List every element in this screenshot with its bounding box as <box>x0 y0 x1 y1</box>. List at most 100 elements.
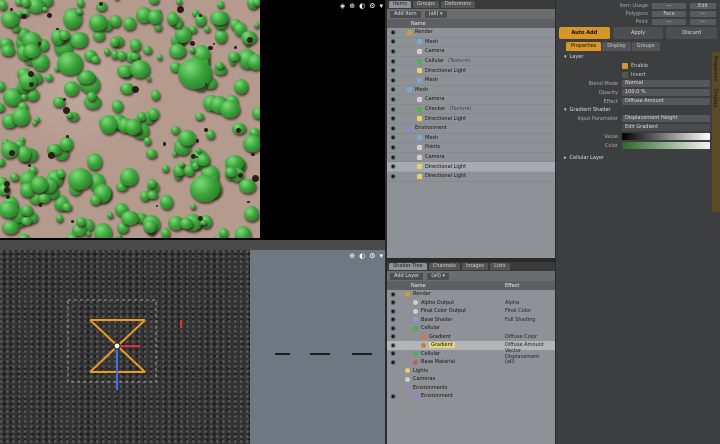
tab-display[interactable]: Display <box>602 42 631 51</box>
visibility-eye-icon[interactable]: ◉ <box>387 86 399 93</box>
visibility-eye-icon[interactable]: ◉ <box>387 134 399 141</box>
side-tab-display[interactable]: Display <box>712 81 718 107</box>
visibility-eye-icon[interactable]: ◉ <box>387 350 399 357</box>
item-row[interactable]: ◉ Mesh <box>387 86 555 96</box>
field-extra[interactable]: — <box>690 11 716 17</box>
visibility-eye-icon[interactable]: ◉ <box>387 77 399 84</box>
visibility-eye-icon[interactable]: ◉ <box>387 173 399 180</box>
visibility-eye-icon[interactable]: ◉ <box>387 96 399 103</box>
field-value[interactable]: — <box>652 19 686 25</box>
chevron-down-icon[interactable]: ▾ <box>379 252 383 260</box>
shader-row[interactable]: ◉ Final Color Output Final Color <box>387 307 555 316</box>
visibility-eye-icon[interactable]: ◉ <box>387 325 399 332</box>
field-extra[interactable]: Edit <box>690 3 716 9</box>
transform-gizmo[interactable] <box>0 250 385 444</box>
shader-filter-dropdown[interactable]: (all) ▾ <box>427 272 450 280</box>
visibility-eye-icon[interactable]: ◉ <box>387 163 399 170</box>
shading-icon[interactable]: ◐ <box>359 2 365 10</box>
color-gradient-strip[interactable] <box>622 142 710 149</box>
item-row[interactable]: ◉ Camera <box>387 153 555 163</box>
shader-row[interactable]: ◉ Base Shader Full Shading <box>387 316 555 325</box>
enable-checkbox[interactable] <box>622 62 628 69</box>
perspective-viewport[interactable]: ⊕ ◐ ⚙ ▾ <box>0 250 385 444</box>
visibility-eye-icon[interactable]: ◉ <box>387 299 399 306</box>
side-tab-properties[interactable]: Properties <box>712 52 718 81</box>
visibility-eye-icon[interactable]: ◉ <box>387 106 399 113</box>
auto-add-button[interactable]: Auto Add <box>559 27 610 39</box>
discard-button[interactable]: Discard <box>666 27 718 39</box>
shader-row[interactable]: ◉ Cellular Vector Displacement <box>387 348 555 360</box>
shader-row[interactable]: ◉ Cellular <box>387 324 555 333</box>
tab-items[interactable]: Items <box>389 1 411 8</box>
shader-row[interactable]: Cameras <box>387 375 555 384</box>
visibility-eye-icon[interactable]: ◉ <box>387 308 399 315</box>
item-row[interactable]: ◉ Render <box>387 28 555 38</box>
item-row[interactable]: ◉ Cellular (Texture) <box>387 57 555 67</box>
tab-lists[interactable]: Lists <box>490 263 510 270</box>
visibility-eye-icon[interactable]: ◉ <box>387 333 399 340</box>
apply-button[interactable]: Apply <box>612 27 664 39</box>
field-value[interactable]: — <box>652 3 686 9</box>
visibility-eye-icon[interactable]: ◉ <box>387 115 399 122</box>
field-extra[interactable]: — <box>690 19 716 25</box>
field-value[interactable]: Face <box>652 11 686 17</box>
item-row[interactable]: ◉ Camera <box>387 47 555 57</box>
tab-deformers[interactable]: Deformers <box>440 1 476 8</box>
visibility-eye-icon[interactable]: ◉ <box>387 291 399 298</box>
item-row[interactable]: ◉ Checker (Texture) <box>387 105 555 115</box>
gear-icon[interactable]: ⚙ <box>369 252 375 260</box>
tab-images[interactable]: Images <box>461 263 489 270</box>
section-cellular[interactable]: ▸ Cellular Layer <box>560 154 710 162</box>
opacity-input[interactable]: 100.0 % <box>622 89 710 96</box>
visibility-eye-icon[interactable]: ◉ <box>387 48 399 55</box>
item-row[interactable]: ◉ Directional Light <box>387 172 555 182</box>
shading-icon[interactable]: ◐ <box>359 252 365 260</box>
shader-row[interactable]: Environments <box>387 384 555 393</box>
move-icon[interactable]: ⊕ <box>349 2 355 10</box>
tab-shader-tree[interactable]: Shader Tree <box>389 263 427 270</box>
shader-row[interactable]: ◉ Environment <box>387 392 555 401</box>
item-row[interactable]: ◉ Mesh <box>387 134 555 144</box>
chevron-down-icon[interactable]: ▾ <box>379 2 383 10</box>
item-row[interactable]: ◉ Directional Light <box>387 114 555 124</box>
input-param-select[interactable]: Displacement Height <box>622 115 710 122</box>
item-row[interactable]: ◉ Environment <box>387 124 555 134</box>
visibility-eye-icon[interactable]: ◉ <box>387 125 399 132</box>
tab-properties[interactable]: Properties <box>566 42 602 51</box>
blend-mode-select[interactable]: Normal <box>622 80 710 87</box>
visibility-eye-icon[interactable]: ◉ <box>387 393 399 400</box>
visibility-eye-icon[interactable]: ◉ <box>387 342 399 349</box>
visibility-eye-icon[interactable]: ◉ <box>387 67 399 74</box>
tab-groups[interactable]: Groups <box>413 1 439 8</box>
viewport-tool-icon[interactable]: ◈ <box>340 2 345 10</box>
item-row[interactable]: ◉ Directional Light <box>387 66 555 76</box>
item-row[interactable]: ◉ Camera <box>387 95 555 105</box>
effect-select[interactable]: Diffuse Amount <box>622 98 710 105</box>
shader-row[interactable]: ◉ Base Material (all) <box>387 358 555 367</box>
render-viewport[interactable]: ◈ ⊕ ◐ ⚙ ▾ <box>0 0 385 240</box>
item-row[interactable]: ◉ Directional Light <box>387 162 555 172</box>
item-row[interactable]: ◉ Points <box>387 143 555 153</box>
filter-dropdown[interactable]: (all) ▾ <box>424 10 447 18</box>
shader-row[interactable]: Lights <box>387 367 555 376</box>
visibility-eye-icon[interactable]: ◉ <box>387 144 399 151</box>
visibility-eye-icon[interactable]: ◉ <box>387 359 399 366</box>
edit-gradient-button[interactable]: Edit Gradient <box>622 124 710 131</box>
gear-icon[interactable]: ⚙ <box>369 2 375 10</box>
visibility-eye-icon[interactable]: ◉ <box>387 58 399 65</box>
item-row[interactable]: ◉ Mesh <box>387 38 555 48</box>
item-row[interactable]: ◉ Mesh <box>387 76 555 86</box>
move-icon[interactable]: ⊕ <box>349 252 355 260</box>
visibility-eye-icon[interactable]: ◉ <box>387 316 399 323</box>
invert-checkbox[interactable] <box>622 71 628 78</box>
tab-groups[interactable]: Groups <box>631 42 660 51</box>
visibility-eye-icon[interactable]: ◉ <box>387 154 399 161</box>
shader-row[interactable]: ◉ Render <box>387 290 555 299</box>
tab-channels[interactable]: Channels <box>428 263 460 270</box>
add-layer-dropdown[interactable]: Add Layer <box>390 272 424 280</box>
visibility-eye-icon[interactable]: ◉ <box>387 38 399 45</box>
shader-row[interactable]: ◉ Alpha Output Alpha <box>387 299 555 308</box>
visibility-eye-icon[interactable]: ◉ <box>387 29 399 36</box>
section-layer[interactable]: ▾ Layer <box>560 53 710 61</box>
value-gradient-strip[interactable] <box>622 133 710 140</box>
